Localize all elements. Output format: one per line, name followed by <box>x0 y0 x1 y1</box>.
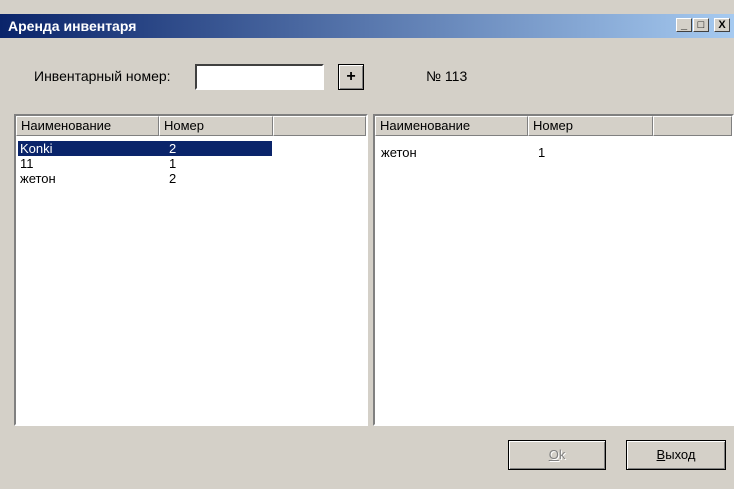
column-header-empty[interactable] <box>653 116 732 136</box>
item-number: 2 <box>169 171 177 186</box>
item-name: жетон <box>20 171 56 186</box>
exit-accelerator: В <box>656 447 666 462</box>
list-item[interactable]: 11 1 <box>16 156 366 171</box>
minimize-icon: _ <box>680 19 688 31</box>
window: Аренда инвентаря _ □ X Инвентарный номер… <box>0 0 734 489</box>
ok-label: k <box>558 447 566 462</box>
item-name: 11 <box>20 156 34 171</box>
ok-accelerator: O <box>548 447 559 462</box>
column-header-name[interactable]: Наименование <box>16 116 159 136</box>
list-item[interactable]: Konki 2 <box>16 141 366 156</box>
column-header-name[interactable]: Наименование <box>375 116 528 136</box>
maximize-button[interactable]: □ <box>693 18 709 32</box>
close-icon: X <box>718 19 726 31</box>
close-button[interactable]: X <box>714 18 730 32</box>
ok-button[interactable]: Ok <box>508 440 606 470</box>
rented-items-list[interactable]: Наименование Номер жетон 1 <box>373 114 734 426</box>
column-header-empty[interactable] <box>273 116 366 136</box>
maximize-icon: □ <box>697 19 705 31</box>
column-header-number[interactable]: Номер <box>159 116 273 136</box>
order-number: № 113 <box>426 68 468 84</box>
minimize-button[interactable]: _ <box>676 18 692 32</box>
exit-label: ыход <box>665 447 696 462</box>
list-item[interactable]: жетон 2 <box>16 171 366 186</box>
exit-button[interactable]: Выход <box>626 440 726 470</box>
list-item[interactable]: жетон 1 <box>375 145 732 160</box>
column-header-number[interactable]: Номер <box>528 116 653 136</box>
list-header: Наименование Номер <box>375 116 732 136</box>
add-item-button[interactable]: + <box>338 64 364 90</box>
inventory-number-input[interactable] <box>195 64 324 90</box>
item-name: Konki <box>20 141 53 156</box>
inventory-number-label: Инвентарный номер: <box>34 68 171 84</box>
available-items-list[interactable]: Наименование Номер Konki 2 11 1 жетон 2 <box>14 114 368 426</box>
item-number: 1 <box>169 156 177 171</box>
window-title: Аренда инвентаря <box>8 18 137 34</box>
list-header: Наименование Номер <box>16 116 366 136</box>
item-number: 2 <box>169 141 177 156</box>
title-bar[interactable]: Аренда инвентаря _ □ X <box>0 14 734 38</box>
item-number: 1 <box>538 145 546 160</box>
item-name: жетон <box>381 145 417 160</box>
